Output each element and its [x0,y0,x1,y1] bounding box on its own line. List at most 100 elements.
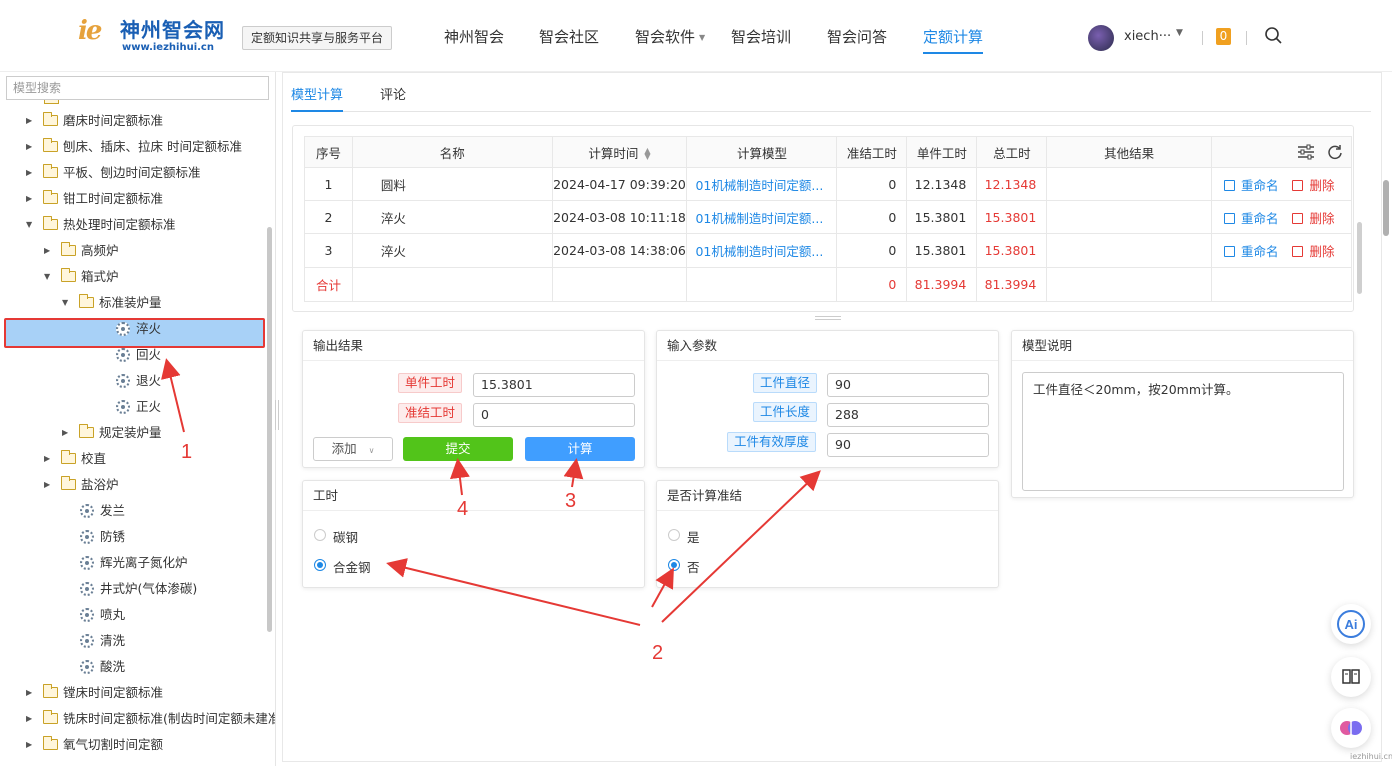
tree-model-item[interactable]: 喷丸 [44,602,270,628]
calculate-button[interactable]: 计算 [525,437,635,461]
radio-carbon-steel[interactable] [314,529,326,541]
tree-folder-item[interactable]: ▶ 刨床、插床、拉床 时间定额标准 [26,134,270,160]
caret-right-icon[interactable]: ▶ [62,420,72,446]
sidebar-scrollbar[interactable] [267,227,272,632]
tree-folder-item[interactable]: ▼ 箱式炉 [44,264,270,290]
caret-right-icon[interactable]: ▶ [26,680,36,706]
caret-right-icon[interactable]: ▶ [44,446,54,472]
username[interactable]: xiech··· [1124,29,1171,44]
rename-button[interactable]: 重命名 [1223,178,1278,193]
row-model-link[interactable]: 01机械制造时间定额... [686,200,838,235]
tree-folder-item[interactable]: ▶ 平板、刨边时间定额标准 [26,160,270,186]
delete-button[interactable]: 删除 [1292,244,1334,259]
delete-button[interactable]: 删除 [1292,178,1334,193]
row-model-link[interactable]: 01机械制造时间定额... [686,166,838,202]
tree-model-item[interactable]: 酸洗 [44,654,270,680]
radio-prep-yes-label[interactable]: 是 [687,527,700,546]
refresh-icon[interactable] [1327,144,1343,160]
table-row[interactable]: 1 圆料 2024-04-17 09:39:20 01机械制造时间定额... 0… [304,166,1353,202]
delete-button[interactable]: 删除 [1292,211,1334,226]
resize-handle[interactable] [815,316,841,320]
tree-folder-item[interactable]: ▼ 热处理时间定额标准 [26,212,270,238]
nav-training[interactable]: 智会培训 [731,26,791,47]
folder-icon [61,476,76,490]
site-logo[interactable]: ie 神州智会网 www.iezhihui.cn [78,14,228,58]
caret-down-icon[interactable]: ▼ [44,264,54,290]
prep-time-field[interactable]: 0 [473,403,635,427]
add-select[interactable]: 添加 ∨ [313,437,393,461]
tree-folder-item[interactable]: ▶ 盐浴炉 [44,472,270,498]
main-panel: 模型计算 评论 序号 名称 计算时间 ▲ ▼ 计算模型 准结工时 单件工时 总工时 … [282,72,1382,762]
search-icon[interactable] [1264,26,1284,46]
caret-right-icon[interactable]: ▶ [44,238,54,264]
tree-model-item[interactable]: 发兰 [44,498,270,524]
caret-right-icon[interactable]: ▶ [26,732,36,758]
tree-model-item[interactable]: 淬火 [80,316,270,342]
tab-comments[interactable]: 评论 [380,84,406,103]
tree-folder-item[interactable]: ▶ 校直 [44,446,270,472]
table-row[interactable]: 3 淬火 2024-03-08 14:38:06 01机械制造时间定额... 0… [304,233,1353,268]
radio-prep-no-label[interactable]: 否 [687,557,700,576]
ai-assistant-button[interactable]: Ai [1331,604,1371,644]
caret-down-icon[interactable]: ▼ [1176,28,1183,38]
unit-time-field[interactable]: 15.3801 [473,373,635,397]
nav-community[interactable]: 智会社区 [539,26,599,47]
tree-folder-item[interactable]: ▼ 标准装炉量 [62,290,270,316]
caret-right-icon[interactable]: ▶ [26,108,36,134]
tree-model-item[interactable]: 正火 [80,394,270,420]
radio-prep-no[interactable] [668,559,680,571]
tree-model-item[interactable]: 防锈 [44,524,270,550]
tree-folder-item[interactable]: ▶ 铣床时间定额标准(制齿时间定额未建准 [26,706,275,732]
folder-icon [79,424,94,438]
tree-model-item[interactable]: 清洗 [44,628,270,654]
nav-qa[interactable]: 智会问答 [827,26,887,47]
param-field-diameter[interactable]: 90 [827,373,989,397]
caret-right-icon[interactable]: ▶ [26,186,36,212]
radio-carbon-steel-label[interactable]: 碳钢 [333,527,358,546]
tree-folder-item[interactable]: ▶ 高频炉 [44,238,270,264]
submit-button[interactable]: 提交 [403,437,513,461]
row-model-link[interactable]: 01机械制造时间定额... [686,233,838,268]
caret-down-icon[interactable]: ▼ [26,212,36,238]
caret-right-icon[interactable]: ▶ [26,160,36,186]
tree-folder-item[interactable]: ▶ 镗床时间定额标准 [26,680,270,706]
tree-folder-item[interactable]: ▶ 规定装炉量 [62,420,270,446]
nav-software[interactable]: 智会软件 ▼ [635,26,705,47]
tree-model-item[interactable]: 回火 [80,342,270,368]
notification-badge[interactable]: 0 [1216,28,1231,45]
radio-alloy-steel[interactable] [314,559,326,571]
caret-right-icon[interactable]: ▶ [44,472,54,498]
param-field-thickness[interactable]: 90 [827,433,989,457]
nav-shenzhou[interactable]: 神州智会 [444,26,504,47]
radio-alloy-steel-label[interactable]: 合金钢 [333,557,371,576]
tree-item-label: 铣床时间定额标准(制齿时间定额未建准 [63,711,276,726]
caret-right-icon[interactable]: ▶ [26,134,36,160]
caret-down-icon[interactable]: ▼ [62,290,72,316]
rename-button[interactable]: 重命名 [1223,211,1278,226]
sidebar-resize-handle[interactable] [275,400,279,430]
rename-button[interactable]: 重命名 [1223,244,1278,259]
table-scrollbar[interactable] [1357,222,1362,294]
reader-button[interactable] [1331,657,1371,697]
sort-icon[interactable]: ▲ ▼ [644,147,650,161]
tree-folder-item[interactable]: ▶ 磨床时间定额标准 [26,108,270,134]
radio-prep-yes[interactable] [668,529,680,541]
tree-folder-item[interactable]: ▶ 氧气切割时间定额 [26,732,270,758]
caret-right-icon[interactable]: ▶ [26,706,36,732]
param-field-length[interactable]: 288 [827,403,989,427]
column-settings-icon[interactable] [1297,144,1315,160]
tree-model-item[interactable]: 井式炉(气体渗碳) [44,576,270,602]
table-row[interactable]: 2 淬火 2024-03-08 10:11:18 01机械制造时间定额... 0… [304,200,1353,235]
tree-search-input[interactable]: 模型搜索 [6,76,269,100]
tree-folder-item[interactable]: ▶ 钳工时间定额标准 [26,186,270,212]
nav-quota-calc[interactable]: 定额计算 [923,26,984,54]
col-time[interactable]: 计算时间 ▲ ▼ [551,136,688,168]
platform-button[interactable]: 定额知识共享与服务平台 [242,26,392,50]
tree-model-item[interactable]: 退火 [80,368,270,394]
tree-model-item[interactable]: 辉光离子氮化炉 [44,550,270,576]
gear-icon [80,660,94,674]
avatar[interactable] [1088,25,1114,51]
tab-model-calc[interactable]: 模型计算 [291,84,344,112]
page-scrollbar[interactable] [1383,180,1389,236]
brain-button[interactable] [1331,708,1371,748]
